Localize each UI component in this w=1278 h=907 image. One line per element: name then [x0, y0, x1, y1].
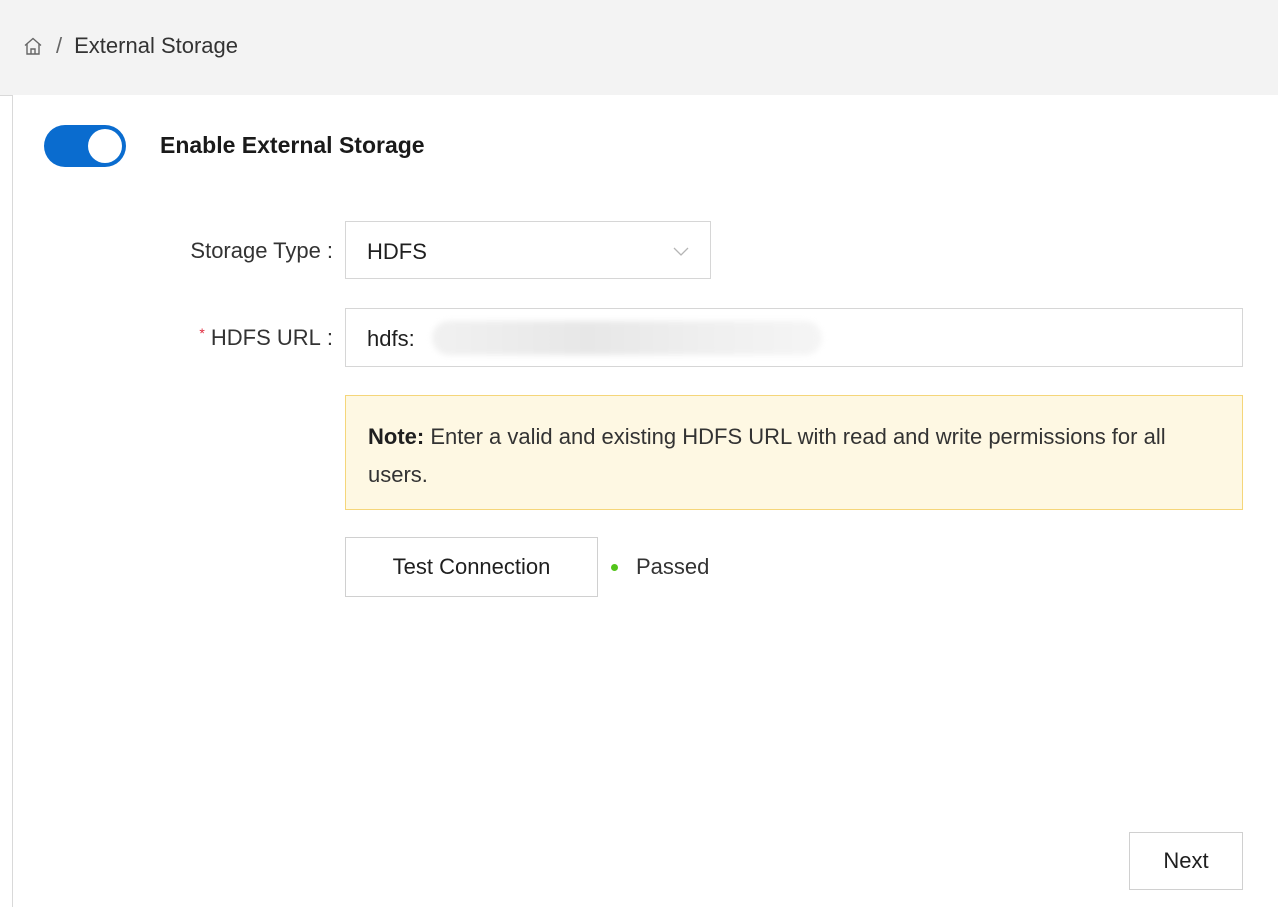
redacted-url-blur	[432, 321, 822, 355]
breadcrumb: / External Storage	[22, 33, 238, 59]
hdfs-url-value: hdfs:	[367, 326, 415, 351]
breadcrumb-current: External Storage	[74, 33, 238, 58]
enable-external-storage-label: Enable External Storage	[160, 132, 425, 158]
storage-type-label-colon: :	[326, 238, 333, 263]
main-panel: Enable External Storage Storage Type: HD…	[12, 95, 1278, 907]
home-icon[interactable]	[22, 35, 44, 57]
test-connection-button[interactable]: Test Connection	[345, 537, 598, 597]
hdfs-url-label: * HDFS URL:	[153, 325, 333, 351]
note-text: Enter a valid and existing HDFS URL with…	[368, 424, 1166, 487]
chevron-down-icon	[672, 242, 690, 260]
note-box: Note: Enter a valid and existing HDFS UR…	[345, 395, 1243, 510]
note-label: Note:	[368, 424, 425, 449]
hdfs-url-input[interactable]: hdfs:	[345, 308, 1243, 367]
hdfs-url-label-colon: :	[326, 325, 333, 350]
page: / External Storage Enable External Stora…	[0, 0, 1278, 907]
connection-status-text: Passed	[636, 554, 710, 579]
required-mark: *	[199, 325, 205, 341]
top-bar: / External Storage	[0, 0, 1278, 96]
storage-type-select[interactable]: HDFS	[345, 221, 711, 279]
storage-type-label-text: Storage Type	[190, 238, 321, 263]
storage-type-value: HDFS	[367, 239, 427, 264]
enable-external-storage-toggle[interactable]	[44, 125, 126, 167]
connection-status: Passed	[611, 554, 709, 580]
status-dot-icon	[611, 563, 618, 571]
hdfs-url-label-text: HDFS URL	[210, 325, 321, 350]
toggle-knob	[88, 129, 122, 163]
breadcrumb-separator: /	[56, 33, 63, 58]
next-button[interactable]: Next	[1129, 832, 1243, 890]
storage-type-label: Storage Type:	[153, 238, 333, 264]
